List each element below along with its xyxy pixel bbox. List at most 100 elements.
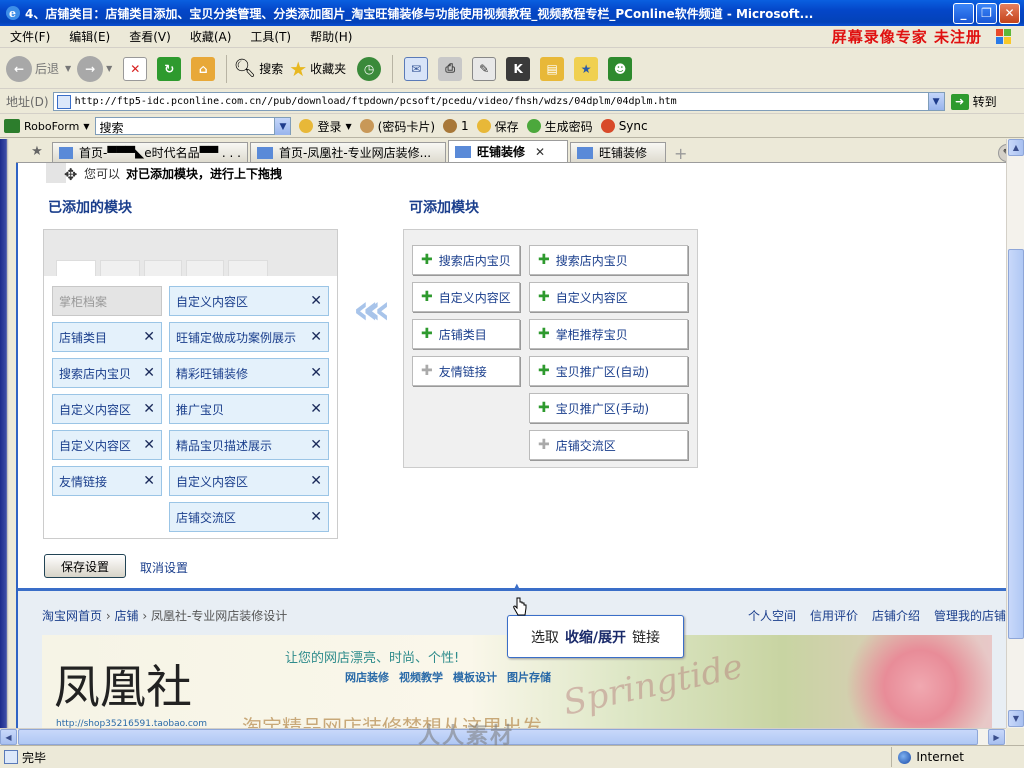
scroll-up-icon[interactable]: ▲ — [1008, 139, 1024, 156]
module-available-custom[interactable]: ✚ 自定义内容区 — [529, 282, 688, 312]
tab-wangpu[interactable]: 旺铺装修 — [570, 142, 666, 162]
link-personal-space[interactable]: 个人空间 — [748, 607, 796, 624]
module-added-forum[interactable]: 店铺交流区 ✕ — [169, 502, 329, 532]
save-settings-button[interactable]: 保存设置 — [44, 554, 126, 578]
remove-icon[interactable]: ✕ — [310, 293, 322, 309]
print-icon[interactable]: ⎙ — [438, 56, 463, 81]
scroll-left-icon[interactable]: ◀ — [0, 729, 17, 745]
tab-close-icon[interactable]: ✕ — [535, 145, 545, 159]
roboform-save-button[interactable]: 保存 — [476, 118, 519, 135]
stop-icon[interactable]: ✕ — [123, 56, 148, 81]
scroll-right-icon[interactable]: ▶ — [988, 729, 1005, 745]
remove-icon[interactable]: ✕ — [143, 473, 155, 489]
go-button[interactable]: ➜ 转到 — [950, 93, 997, 110]
module-available-forum[interactable]: ✚ 店铺交流区 — [529, 430, 688, 460]
link-credit-rating[interactable]: 信用评价 — [810, 607, 858, 624]
refresh-icon[interactable]: ↻ — [157, 56, 182, 81]
module-added-search[interactable]: 搜索店内宝贝 ✕ — [52, 358, 162, 388]
roboform-passcards-button[interactable]: (密码卡片) — [359, 118, 435, 135]
remove-icon[interactable]: ✕ — [143, 365, 155, 381]
forward-button[interactable]: → ▼ — [77, 55, 112, 82]
module-available-links[interactable]: ✚ 友情链接 — [412, 356, 520, 386]
link-manage-shop[interactable]: 管理我的店铺 — [934, 607, 1006, 624]
minimize-button[interactable]: _ — [953, 2, 974, 24]
close-button[interactable]: ✕ — [999, 2, 1020, 24]
banner-nav-item[interactable]: 图片存储 — [507, 669, 551, 685]
module-available-custom[interactable]: ✚ 自定义内容区 — [412, 282, 520, 312]
module-added-decoration[interactable]: 精彩旺铺装修 ✕ — [169, 358, 329, 388]
module-added-promo[interactable]: 推广宝贝 ✕ — [169, 394, 329, 424]
remove-icon[interactable]: ✕ — [310, 473, 322, 489]
module-available-recommend[interactable]: ✚ 掌柜推荐宝贝 — [529, 319, 688, 349]
remove-icon[interactable]: ✕ — [310, 365, 322, 381]
remove-icon[interactable]: ✕ — [310, 509, 322, 525]
banner-nav-item[interactable]: 视频教学 — [399, 669, 443, 685]
vertical-scroll-thumb[interactable] — [1008, 249, 1024, 639]
maximize-button[interactable]: ❐ — [976, 2, 997, 24]
roboform-login-button[interactable]: 登录 ▼ — [299, 118, 352, 135]
remove-icon[interactable]: ✕ — [310, 329, 322, 345]
link-shop-intro[interactable]: 店铺介绍 — [872, 607, 920, 624]
remove-icon[interactable]: ✕ — [143, 401, 155, 417]
address-url[interactable]: http://ftp5-idc.pconline.com.cn//pub/dow… — [75, 96, 677, 107]
module-added-shopkeeper: 掌柜档案 — [52, 286, 162, 316]
robot-icon[interactable]: ☻ — [608, 56, 633, 81]
menu-file[interactable]: 文件(F) — [0, 28, 59, 45]
remove-icon[interactable]: ✕ — [143, 329, 155, 345]
cancel-settings-link[interactable]: 取消设置 — [140, 559, 188, 576]
address-dropdown-icon[interactable]: ▼ — [927, 93, 944, 110]
address-input[interactable]: http://ftp5-idc.pconline.com.cn//pub/dow… — [52, 92, 945, 111]
module-added-links[interactable]: 友情链接 ✕ — [52, 466, 162, 496]
tab-wangpu-active[interactable]: 旺铺装修 ✕ — [448, 140, 568, 162]
module-added-custom[interactable]: 自定义内容区 ✕ — [169, 466, 329, 496]
scroll-down-icon[interactable]: ▼ — [1008, 710, 1024, 727]
tab-eshidai[interactable]: 首页-▀▀▀◣e时代名品▀▀ . . . — [52, 142, 248, 162]
banner-nav-item[interactable]: 模板设计 — [453, 669, 497, 685]
favorites-star-icon[interactable]: ★ — [26, 140, 48, 162]
breadcrumb-shop[interactable]: 店铺 — [114, 609, 138, 623]
remove-icon[interactable]: ✕ — [310, 401, 322, 417]
module-available-shop-category[interactable]: ✚ 店铺类目 — [412, 319, 520, 349]
collapse-arrow-icon[interactable]: ▲ — [513, 582, 523, 593]
module-added-custom[interactable]: 自定义内容区 ✕ — [52, 394, 162, 424]
roboform-search-dropdown-icon[interactable]: ▼ — [274, 118, 291, 135]
menu-edit[interactable]: 编辑(E) — [59, 28, 119, 45]
remove-icon[interactable]: ✕ — [310, 437, 322, 453]
back-button[interactable]: ← 后退 ▼ — [6, 55, 71, 82]
module-added-cases[interactable]: 旺铺定做成功案例展示 ✕ — [169, 322, 329, 352]
roboform-menu[interactable]: RoboForm ▼ — [4, 119, 89, 133]
vertical-scrollbar[interactable]: ▲ ▼ — [1006, 139, 1024, 728]
roboform-identity-button[interactable]: 1 — [443, 119, 469, 133]
module-added-custom[interactable]: 自定义内容区 ✕ — [169, 286, 329, 316]
roboform-sync-button[interactable]: Sync — [600, 119, 648, 133]
menu-help[interactable]: 帮助(H) — [300, 28, 361, 45]
layout-tab — [144, 260, 182, 276]
bookmark-icon[interactable]: ★ — [574, 56, 599, 81]
messenger-icon[interactable]: K — [506, 56, 531, 81]
new-tab-icon[interactable]: + — [674, 146, 690, 162]
module-added-showcase[interactable]: 精品宝贝描述展示 ✕ — [169, 430, 329, 460]
edit-icon[interactable]: ✎ — [472, 56, 497, 81]
remove-icon[interactable]: ✕ — [143, 437, 155, 453]
banner-nav-item[interactable]: 网店装修 — [345, 669, 389, 685]
module-available-promo-auto[interactable]: ✚ 宝贝推广区(自动) — [529, 356, 688, 386]
module-available-search[interactable]: ✚ 搜索店内宝贝 — [412, 245, 520, 275]
history-icon[interactable]: ◷ — [357, 56, 382, 81]
menu-view[interactable]: 查看(V) — [119, 28, 180, 45]
mail-icon[interactable]: ✉ — [404, 56, 429, 81]
tab-fenghuangshe[interactable]: 首页-凤凰社-专业网店装修... — [250, 142, 446, 162]
home-icon[interactable]: ⌂ — [191, 56, 216, 81]
search-button[interactable]: 🔍︎ 搜索 — [233, 58, 283, 79]
roboform-generate-button[interactable]: 生成密码 — [526, 118, 593, 135]
module-available-search[interactable]: ✚ 搜索店内宝贝 — [529, 245, 688, 275]
roboform-search-input[interactable]: 搜索 ▼ — [95, 117, 292, 135]
module-added-shop-category[interactable]: 店铺类目 ✕ — [52, 322, 162, 352]
breadcrumb-taobao-home[interactable]: 淘宝网首页 — [42, 609, 102, 623]
research-icon[interactable]: ▤ — [540, 56, 565, 81]
menu-tools[interactable]: 工具(T) — [240, 28, 300, 45]
module-available-promo-manual[interactable]: ✚ 宝贝推广区(手动) — [529, 393, 688, 423]
favorites-button[interactable]: ★ 收藏夹 — [289, 57, 346, 81]
cart-icon — [455, 145, 471, 158]
module-added-custom[interactable]: 自定义内容区 ✕ — [52, 430, 162, 460]
menu-favorites[interactable]: 收藏(A) — [180, 28, 241, 45]
